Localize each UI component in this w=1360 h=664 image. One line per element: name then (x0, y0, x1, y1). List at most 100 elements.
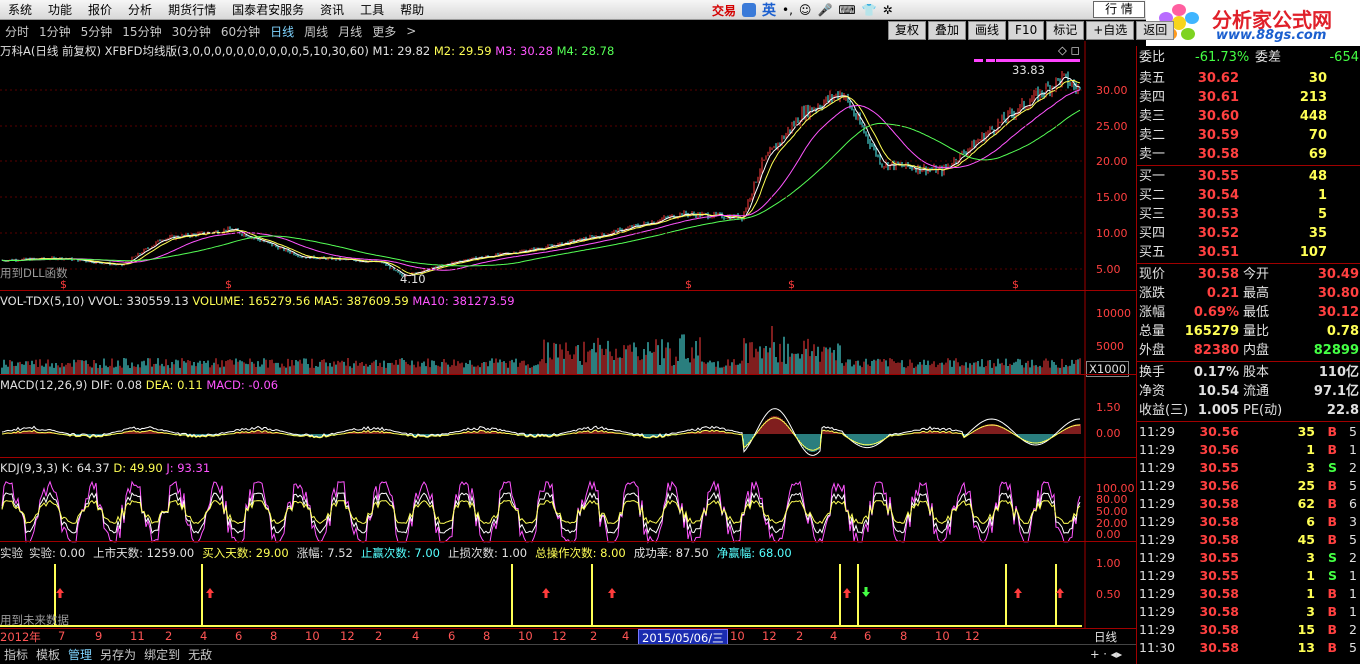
tick-time: 11:29 (1139, 424, 1176, 439)
x-month-label: 10 (730, 629, 745, 643)
period-tab-3[interactable]: 15分钟 (117, 23, 166, 40)
volume-bars (1, 326, 1081, 374)
tool-button-3[interactable]: F10 (1008, 21, 1045, 40)
period-tab-4[interactable]: 30分钟 (167, 23, 216, 40)
bottom-tab-4[interactable]: 绑定到 (140, 646, 184, 663)
tick-side: B (1327, 442, 1337, 457)
tick-count: 5 (1349, 478, 1357, 493)
tick-side: B (1327, 640, 1337, 655)
punct-icon[interactable]: •, (782, 3, 793, 17)
m3-value: M3: 30.28 (495, 44, 553, 58)
mic-icon[interactable]: 🎤 (817, 3, 832, 17)
bottom-tab-0[interactable]: 指标 (0, 646, 32, 663)
menu-item-2[interactable]: 报价 (80, 1, 120, 18)
tick-side: B (1327, 532, 1337, 547)
menu-item-1[interactable]: 功能 (40, 1, 80, 18)
tool-button-2[interactable]: 画线 (968, 21, 1007, 40)
bid-row[interactable]: 买三 30.53 5 (1137, 205, 1360, 224)
bid-row[interactable]: 买四 30.52 35 (1137, 224, 1360, 243)
x-month-label: 8 (900, 629, 908, 643)
zoom-controls[interactable]: + · ◂▸ (1090, 647, 1122, 661)
tick-side: B (1327, 478, 1337, 493)
logo-url: www.88gs.com (1216, 28, 1327, 43)
quote-value: 30.49 (1317, 267, 1359, 282)
ask-row[interactable]: 卖二 30.59 70 (1137, 126, 1360, 145)
tick-price: 30.55 (1199, 550, 1239, 565)
tick-price: 30.55 (1199, 568, 1239, 583)
tick-row: 11:29 30.58 3 B 1 (1137, 603, 1360, 621)
bottom-tab-5[interactable]: 无敌 (184, 646, 216, 663)
x-month-label: 9 (95, 629, 103, 643)
book-label: 卖二 (1139, 128, 1166, 143)
period-tab-7[interactable]: 周线 (299, 23, 333, 40)
period-tab-0[interactable]: 分时 (0, 23, 34, 40)
menu-item-5[interactable]: 国泰君安服务 (224, 1, 312, 18)
bottom-tab-1[interactable]: 模板 (32, 646, 64, 663)
tick-price: 30.58 (1199, 604, 1239, 619)
book-price: 30.59 (1197, 128, 1239, 143)
tick-time: 11:29 (1139, 550, 1176, 565)
skin-icon[interactable]: 👕 (862, 3, 877, 17)
tick-price: 30.56 (1199, 478, 1239, 493)
bottom-tab-2[interactable]: 管理 (64, 646, 96, 663)
menu-item-6[interactable]: 资讯 (312, 1, 352, 18)
ytick-label: 15.00 (1096, 191, 1128, 204)
tool-button-5[interactable]: +自选 (1086, 21, 1135, 40)
bid-row[interactable]: 买二 30.54 1 (1137, 186, 1360, 205)
ask-row[interactable]: 卖五 30.62 30 (1137, 69, 1360, 88)
tick-side: B (1327, 586, 1337, 601)
price-panel-header: 万科A(日线 前复权) XFBFD均线版(3,0,0,0,0,0,0,0,0,0… (0, 43, 614, 59)
dif-value: DIF: 0.08 (91, 378, 143, 392)
tools-icon[interactable]: ✲ (883, 3, 893, 17)
quote-value: -61.73% (1195, 50, 1250, 65)
tool-button-4[interactable]: 标记 (1046, 21, 1085, 40)
ask-row[interactable]: 卖三 30.60 448 (1137, 107, 1360, 126)
menu-item-0[interactable]: 系统 (0, 1, 40, 18)
period-tab-10[interactable]: > (401, 24, 421, 38)
tick-price: 30.58 (1199, 532, 1239, 547)
panel-collapse-icon[interactable]: ◇ ◻ (1058, 43, 1080, 57)
quote-button[interactable]: 行 情 (1093, 1, 1145, 18)
tick-price: 30.56 (1199, 424, 1239, 439)
bid-row[interactable]: 买一 30.55 48 (1137, 167, 1360, 186)
period-tab-2[interactable]: 5分钟 (76, 23, 118, 40)
emoji-icon[interactable]: ☺ (799, 3, 812, 17)
menu-item-7[interactable]: 工具 (352, 1, 392, 18)
ask-row[interactable]: 卖四 30.61 213 (1137, 88, 1360, 107)
period-tab-5[interactable]: 60分钟 (216, 23, 265, 40)
quote-panel: 委比 -61.73% 委差 -654 卖五 30.62 30 卖四 30.61 213 卖三 30.6… (1136, 46, 1360, 664)
book-volume: 5 (1317, 207, 1327, 222)
tick-side: B (1327, 514, 1337, 529)
ime-toolbar: 交易 英 •, ☺ 🎤 ⌨ 👕 ✲ (712, 1, 893, 19)
bid-row[interactable]: 买五 30.51 107 (1137, 243, 1360, 262)
menu-item-4[interactable]: 期货行情 (160, 1, 224, 18)
tick-volume: 6 (1306, 514, 1315, 529)
tick-price: 30.58 (1199, 622, 1239, 637)
ma-line (1, 109, 1081, 267)
stock-title: 万科A(日线 前复权) (0, 44, 101, 58)
menu-item-8[interactable]: 帮助 (392, 1, 432, 18)
ytick-label: 10.00 (1096, 227, 1128, 240)
ime-mode[interactable]: 英 (762, 0, 776, 20)
x-month-label: 4 (830, 629, 838, 643)
period-tab-9[interactable]: 更多 (367, 23, 401, 40)
vol-panel-header: VOL-TDX(5,10) VVOL: 330559.13 VOLUME: 16… (0, 294, 515, 308)
tool-button-0[interactable]: 复权 (888, 21, 927, 40)
period-tab-8[interactable]: 月线 (333, 23, 367, 40)
trade-label[interactable]: 交易 (712, 2, 736, 19)
tick-volume: 1 (1306, 442, 1315, 457)
keyboard-icon[interactable]: ⌨ (838, 3, 855, 17)
tool-button-6[interactable]: 返回 (1136, 21, 1175, 40)
tick-count: 2 (1349, 622, 1357, 637)
ask-row[interactable]: 卖一 30.58 69 (1137, 145, 1360, 164)
quote-value: 30.58 (1197, 267, 1239, 282)
bottom-tab-3[interactable]: 另存为 (96, 646, 140, 663)
period-tab-1[interactable]: 1分钟 (34, 23, 76, 40)
period-tab-6[interactable]: 日线 (265, 23, 299, 40)
x-axis: 2012年 2015/05/06/三 日线 7 9 11 2 4 6 8 10 12 2 4 6 8 10… (0, 628, 1136, 647)
menu-item-3[interactable]: 分析 (120, 1, 160, 18)
book-price: 30.51 (1197, 245, 1239, 260)
chart-area[interactable]: $ $ $ $ $ 万科A(日线 前复权) XFBFD均线版(3,0,0,0,0,0,0… (0, 41, 1136, 629)
book-volume: 35 (1308, 226, 1327, 241)
tool-button-1[interactable]: 叠加 (928, 21, 967, 40)
